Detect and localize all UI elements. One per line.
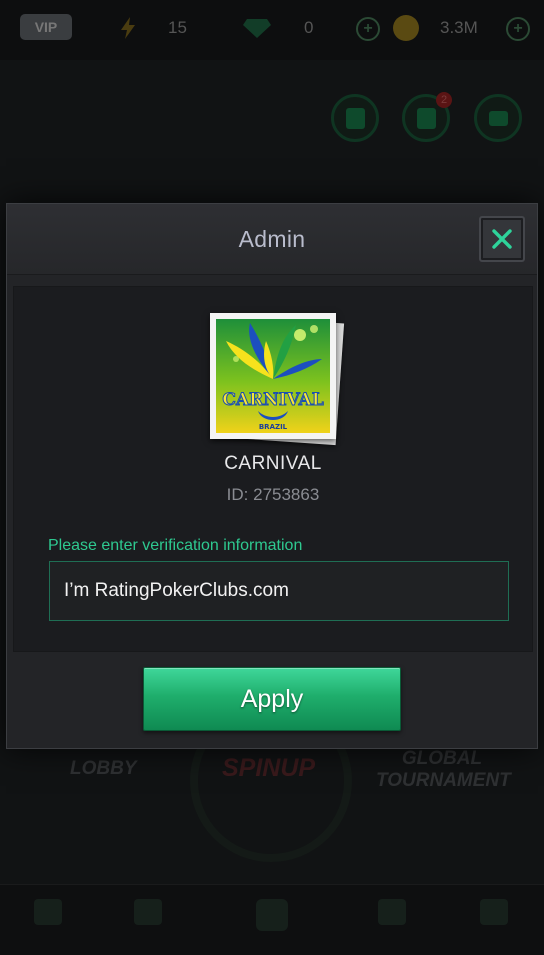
mail-icon [489, 111, 508, 126]
global-tournament-label[interactable]: GLOBAL TOURNAMENT [376, 748, 511, 792]
dialog-content: CARNIVAL BRAZIL CARNIVAL ID: 2753863 Ple… [13, 286, 533, 652]
admin-dialog: Admin CARNIVAL BRAZIL CARNIVAL ID: 27538… [6, 203, 538, 749]
vip-badge[interactable]: VIP [20, 14, 72, 40]
club-id: ID: 2753863 [226, 485, 320, 504]
verification-input[interactable] [49, 561, 509, 621]
ribbon-icon [417, 108, 436, 129]
tasks-button[interactable] [331, 94, 379, 142]
spinup-label[interactable]: SPINUP [222, 754, 315, 783]
mail-button[interactable] [474, 94, 522, 142]
svg-text:CARNIVAL: CARNIVAL [222, 390, 323, 410]
verification-label: Please enter verification information [48, 537, 303, 554]
shop-icon[interactable] [34, 899, 62, 925]
add-coins-button[interactable]: + [506, 17, 530, 41]
gem-count: 0 [304, 18, 314, 37]
svg-text:BRAZIL: BRAZIL [259, 423, 288, 431]
club-name: CARNIVAL [224, 453, 322, 474]
profile-icon[interactable] [480, 899, 508, 925]
notification-badge: 2 [436, 92, 452, 108]
career-icon[interactable] [134, 899, 162, 925]
energy-count: 15 [168, 18, 187, 37]
clipboard-icon [346, 108, 365, 129]
close-icon [492, 229, 512, 249]
coin-icon [393, 15, 419, 41]
close-button[interactable] [479, 216, 525, 262]
lobby-label[interactable]: LOBBY [70, 758, 137, 780]
ranking-icon[interactable] [378, 899, 406, 925]
spade-icon[interactable] [256, 899, 288, 931]
carnival-mask-icon: CARNIVAL BRAZIL [216, 319, 330, 433]
bottom-nav [0, 884, 544, 955]
add-gems-button[interactable]: + [356, 17, 380, 41]
dialog-title: Admin [238, 226, 306, 252]
lightning-icon [121, 17, 135, 39]
top-bar: VIP 15 0 + 3.3M + [0, 0, 544, 60]
dialog-header: Admin [7, 204, 537, 275]
coin-balance: 3.3M [440, 18, 478, 37]
gem-icon [243, 19, 271, 38]
club-logo: CARNIVAL BRAZIL [210, 313, 345, 446]
logo-card: CARNIVAL BRAZIL [210, 313, 336, 439]
apply-button[interactable]: Apply [143, 667, 401, 731]
